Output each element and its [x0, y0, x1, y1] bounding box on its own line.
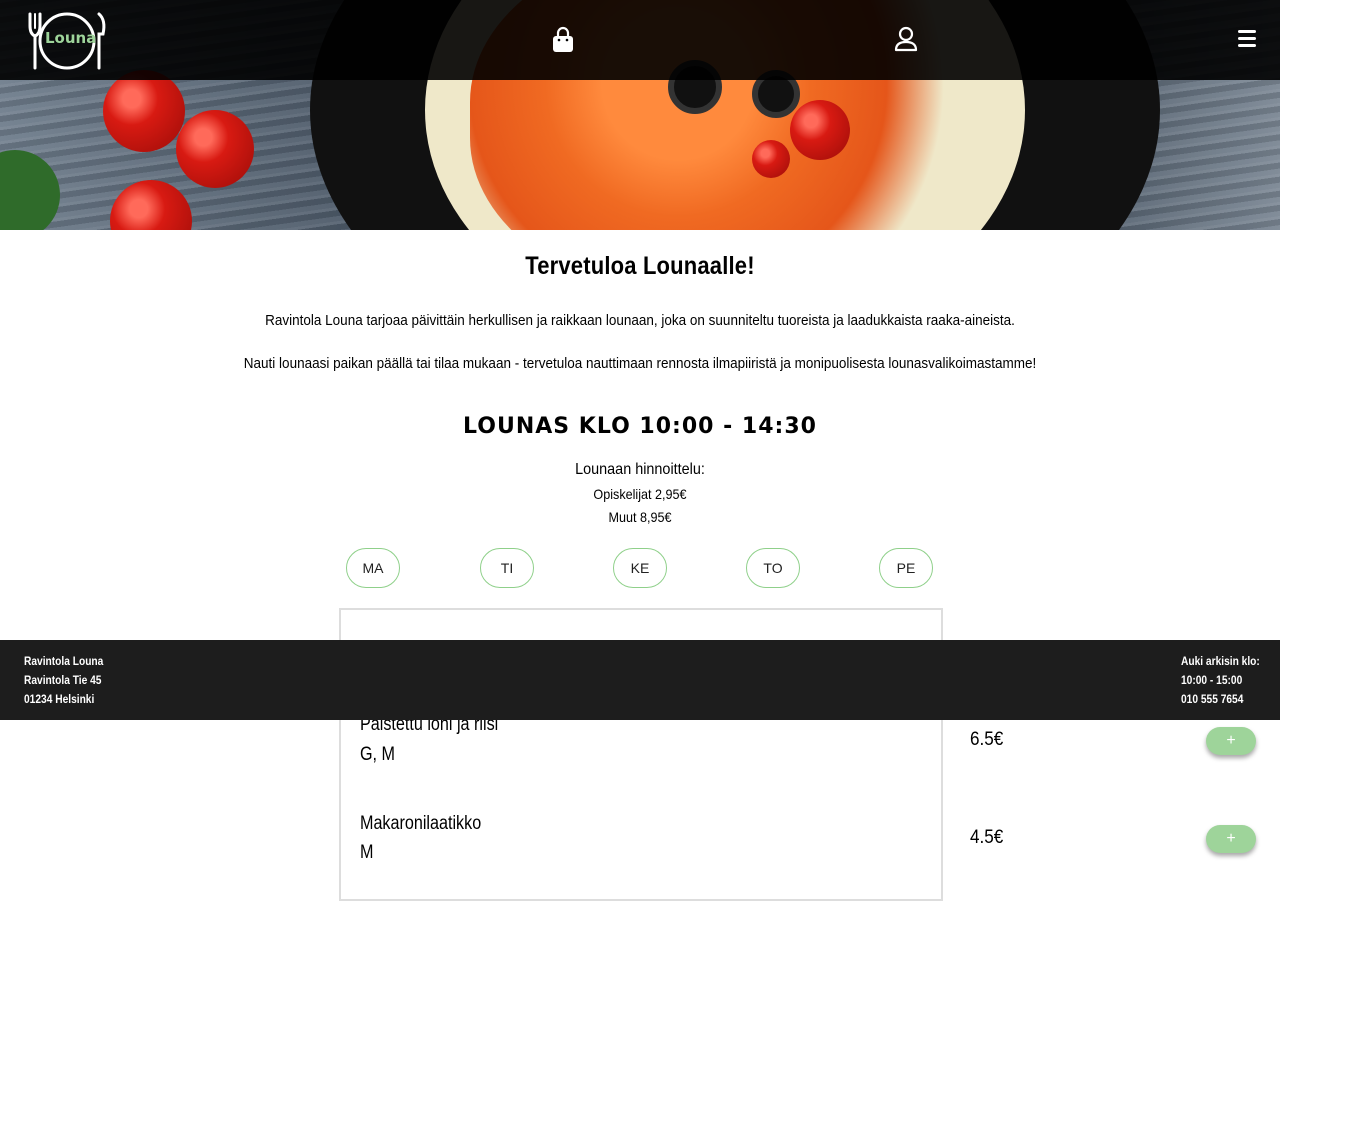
user-icon[interactable] [892, 25, 920, 53]
day-button-ti[interactable]: TI [480, 548, 534, 588]
footer-hours: Auki arkisin klo: 10:00 - 15:00 010 555 … [1181, 652, 1274, 709]
footer-city: 01234 Helsinki [24, 692, 95, 706]
tomato-decoration [103, 70, 185, 152]
shopping-bag-icon-graphic [553, 26, 573, 52]
add-to-cart-button[interactable]: + [1206, 727, 1256, 755]
menu-item-name: Makaronilaatikko [360, 813, 482, 834]
day-button-to[interactable]: TO [746, 548, 800, 588]
menu-item-price: 6.5€ [970, 729, 1004, 750]
welcome-title: Tervetuloa Lounaalle! [525, 252, 755, 280]
tomato-decoration [176, 110, 254, 188]
footer-phone[interactable]: 010 555 7654 [1181, 690, 1260, 709]
menu-item-tags: G, M [360, 744, 395, 765]
price-students: Opiskelijat 2,95€ [593, 486, 687, 502]
footer-address: Ravintola Louna Ravintola Tie 45 01234 H… [24, 652, 117, 709]
user-icon-graphic [894, 26, 918, 52]
intro-paragraph-2: Nauti lounaasi paikan päällä tai tilaa m… [243, 355, 1037, 372]
louna-logo[interactable]: Louna [24, 10, 108, 72]
shopping-bag-icon[interactable] [549, 26, 577, 54]
lunch-hours-title: LOUNAS KLO 10:00 - 14:30 [463, 414, 817, 439]
tomato-slice-decoration [790, 100, 850, 160]
menu-item-tags: M [360, 842, 374, 863]
footer-street: Ravintola Tie 45 [24, 673, 102, 687]
add-to-cart-button[interactable]: + [1206, 825, 1256, 853]
hamburger-menu-icon-graphic [1238, 30, 1256, 47]
intro-paragraph-1: Ravintola Louna tarjoaa päivittäin herku… [265, 312, 1015, 329]
footer-hours-label: Auki arkisin klo: [1181, 654, 1260, 668]
day-button-ma[interactable]: MA [346, 548, 400, 588]
hamburger-menu-icon[interactable] [1234, 25, 1262, 53]
footer-restaurant-name: Ravintola Louna [24, 654, 104, 668]
logo-text: Louna [45, 29, 97, 47]
tomato-slice-decoration [752, 140, 790, 178]
day-button-pe[interactable]: PE [879, 548, 933, 588]
pricing-heading: Lounaan hinnoittelu: [575, 461, 705, 478]
footer-hours-value: 10:00 - 15:00 [1181, 673, 1243, 687]
menu-item-price: 4.5€ [970, 827, 1004, 848]
day-button-ke[interactable]: KE [613, 548, 667, 588]
top-navigation-bar: Louna [0, 0, 1280, 80]
price-others: Muut 8,95€ [608, 509, 672, 525]
footer-bar: Ravintola Louna Ravintola Tie 45 01234 H… [0, 640, 1280, 720]
page: Louna Tervetuloa Lounaalle! Ravintola Lo… [0, 0, 1280, 1128]
